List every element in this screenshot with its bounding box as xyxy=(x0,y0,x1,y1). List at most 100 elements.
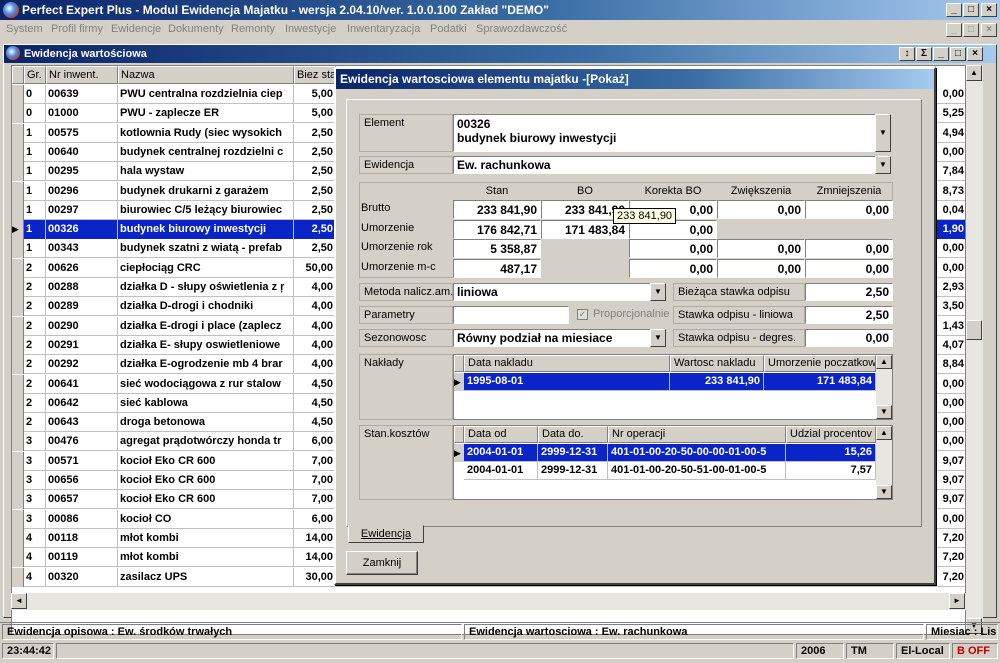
sezonowosc-dropdown-icon[interactable]: ▼ xyxy=(650,329,666,347)
stan-header-nr[interactable]: Nr operacji xyxy=(608,426,786,443)
cell-nr[interactable]: 00291 xyxy=(46,335,118,355)
value-stan[interactable]: 5 358,87 xyxy=(453,239,541,258)
naklady-scroll-up-icon[interactable]: ▲ xyxy=(876,355,892,369)
child-minimize-icon[interactable]: _ xyxy=(946,23,962,37)
cell-nr[interactable]: 00626 xyxy=(46,258,118,278)
cell-gr[interactable]: 1 xyxy=(24,181,46,201)
menu-ewidencje[interactable]: Ewidencje xyxy=(111,23,161,35)
cell-gr[interactable]: 1 xyxy=(24,162,46,182)
liniowa-field[interactable]: 2,50 xyxy=(805,306,893,324)
cell-biez[interactable]: 2,50 xyxy=(294,220,336,240)
cell-nr[interactable]: 00296 xyxy=(46,181,118,201)
stan-od[interactable]: 2004-01-01 xyxy=(464,444,538,462)
cell-biez[interactable]: 50,00 xyxy=(294,258,336,278)
cell-right[interactable]: 2,93 xyxy=(932,278,965,297)
cell-nr[interactable]: 01000 xyxy=(46,104,118,124)
grid-vscroll[interactable]: ▲ ▼ xyxy=(966,65,983,635)
cell-nazwa[interactable]: sieć kablowa xyxy=(118,393,294,413)
stan-header-do[interactable]: Data do. xyxy=(538,426,608,443)
scroll-up-icon[interactable]: ▲ xyxy=(966,65,982,81)
cell-gr[interactable]: 3 xyxy=(24,451,46,471)
cell-biez[interactable]: 6,00 xyxy=(294,509,336,529)
menu-inwestycje[interactable]: Inwestycje xyxy=(285,23,336,35)
cell-nazwa[interactable]: biurowiec C/5 leżący biurowiec xyxy=(118,200,294,220)
cell-nr[interactable]: 00575 xyxy=(46,123,118,143)
biezaca-field[interactable]: 2,50 xyxy=(805,283,893,301)
cell-gr[interactable]: 4 xyxy=(24,528,46,548)
cell-nr[interactable]: 00643 xyxy=(46,413,118,433)
cell-right[interactable]: 9,07 xyxy=(932,452,965,471)
menu-sprawozdawczosc[interactable]: Sprawozdawczość xyxy=(476,23,567,35)
element-field[interactable]: 00326 budynek biurowy inwestycji xyxy=(453,114,877,152)
menu-dokumenty[interactable]: Dokumenty xyxy=(168,23,224,35)
cell-biez[interactable]: 30,00 xyxy=(294,567,336,587)
cell-nazwa[interactable]: sieć wodociągowa z rur stalow xyxy=(118,374,294,394)
cell-gr[interactable]: 1 xyxy=(24,220,46,240)
cell-right[interactable]: 7,20 xyxy=(932,529,965,548)
cell-nr[interactable]: 00297 xyxy=(46,200,118,220)
cell-nazwa[interactable]: PWU centralna rozdzielnia ciep xyxy=(118,85,294,104)
cell-nazwa[interactable]: kocioł Eko CR 600 xyxy=(118,471,294,490)
cell-biez[interactable]: 4,50 xyxy=(294,393,336,413)
cell-right[interactable]: 9,07 xyxy=(932,490,965,509)
cell-right[interactable]: 8,84 xyxy=(932,355,965,374)
cell-gr[interactable]: 2 xyxy=(24,278,46,297)
cell-right[interactable]: 5,25 xyxy=(932,104,965,123)
cell-nr[interactable]: 00641 xyxy=(46,374,118,394)
scroll-left-icon[interactable]: ◄ xyxy=(11,593,27,609)
metoda-dropdown-icon[interactable]: ▼ xyxy=(650,283,666,301)
naklady-scroll-down-icon[interactable]: ▼ xyxy=(876,405,892,419)
cell-nr[interactable]: 00290 xyxy=(46,316,118,336)
cell-gr[interactable]: 0 xyxy=(24,104,46,124)
cell-biez[interactable]: 7,00 xyxy=(294,451,336,471)
value-zw[interactable]: 0,00 xyxy=(717,239,805,258)
cell-gr[interactable]: 4 xyxy=(24,567,46,587)
element-dropdown-icon[interactable]: ▼ xyxy=(875,114,891,152)
cell-biez[interactable]: 2,50 xyxy=(294,123,336,143)
child-min-icon[interactable]: _ xyxy=(933,47,949,61)
stan-do[interactable]: 2999-12-31 xyxy=(538,444,608,462)
child-restore-icon[interactable]: □ xyxy=(963,23,979,37)
grid-header-nazwa[interactable]: Nazwa xyxy=(118,66,294,84)
grid-header-gr[interactable]: Gr. xyxy=(24,66,46,84)
cell-gr[interactable]: 1 xyxy=(24,142,46,162)
cell-biez[interactable]: 4,00 xyxy=(294,316,336,336)
cell-gr[interactable]: 3 xyxy=(24,432,46,452)
cell-gr[interactable]: 4 xyxy=(24,548,46,568)
cell-biez[interactable]: 14,00 xyxy=(294,528,336,548)
naklady-vscroll[interactable]: ▲ ▼ xyxy=(876,355,892,419)
cell-gr[interactable]: 2 xyxy=(24,413,46,433)
metoda-select[interactable]: liniowa xyxy=(453,283,665,301)
cell-nr[interactable]: 00343 xyxy=(46,239,118,259)
cell-biez[interactable]: 4,00 xyxy=(294,355,336,375)
cell-biez[interactable]: 4,50 xyxy=(294,374,336,394)
grid-header-biez[interactable]: Biez sta xyxy=(294,66,336,84)
cell-nr[interactable]: 00639 xyxy=(46,85,118,104)
scroll-right-icon[interactable]: ► xyxy=(949,593,965,609)
menu-remonty[interactable]: Remonty xyxy=(231,23,275,35)
cell-nr[interactable]: 00295 xyxy=(46,162,118,182)
child-max-icon[interactable]: □ xyxy=(950,47,966,61)
stan-vscroll[interactable]: ▲ ▼ xyxy=(876,426,892,499)
cell-gr[interactable]: 1 xyxy=(24,239,46,259)
ewidencja-select[interactable]: Ew. rachunkowa xyxy=(453,156,877,174)
cell-gr[interactable]: 3 xyxy=(24,509,46,529)
cell-nr[interactable]: 00642 xyxy=(46,393,118,413)
cell-gr[interactable]: 2 xyxy=(24,335,46,355)
cell-biez[interactable]: 4,00 xyxy=(294,278,336,297)
cell-nr[interactable]: 00119 xyxy=(46,548,118,568)
cell-nazwa[interactable]: budynek biurowy inwestycji xyxy=(118,220,294,240)
cell-right[interactable]: 1,90 xyxy=(932,220,965,240)
proporcjonalnie-checkbox[interactable]: ✓ xyxy=(577,309,588,320)
cell-nazwa[interactable]: kotlownia Rudy (siec wysokich xyxy=(118,123,294,143)
cell-gr[interactable]: 3 xyxy=(24,490,46,510)
cell-right[interactable]: 1,43 xyxy=(932,317,965,336)
cell-right[interactable]: 0,00 xyxy=(932,510,965,529)
cell-gr[interactable]: 2 xyxy=(24,355,46,375)
cell-gr[interactable]: 2 xyxy=(24,316,46,336)
cell-right[interactable]: 7,20 xyxy=(932,568,965,587)
cell-nazwa[interactable]: kocioł Eko CR 600 xyxy=(118,451,294,471)
cell-right[interactable]: 0,00 xyxy=(932,413,965,432)
cell-nazwa[interactable]: budynek szatni z wiatą - prefab xyxy=(118,239,294,259)
cell-nazwa[interactable]: młot kombi xyxy=(118,528,294,548)
